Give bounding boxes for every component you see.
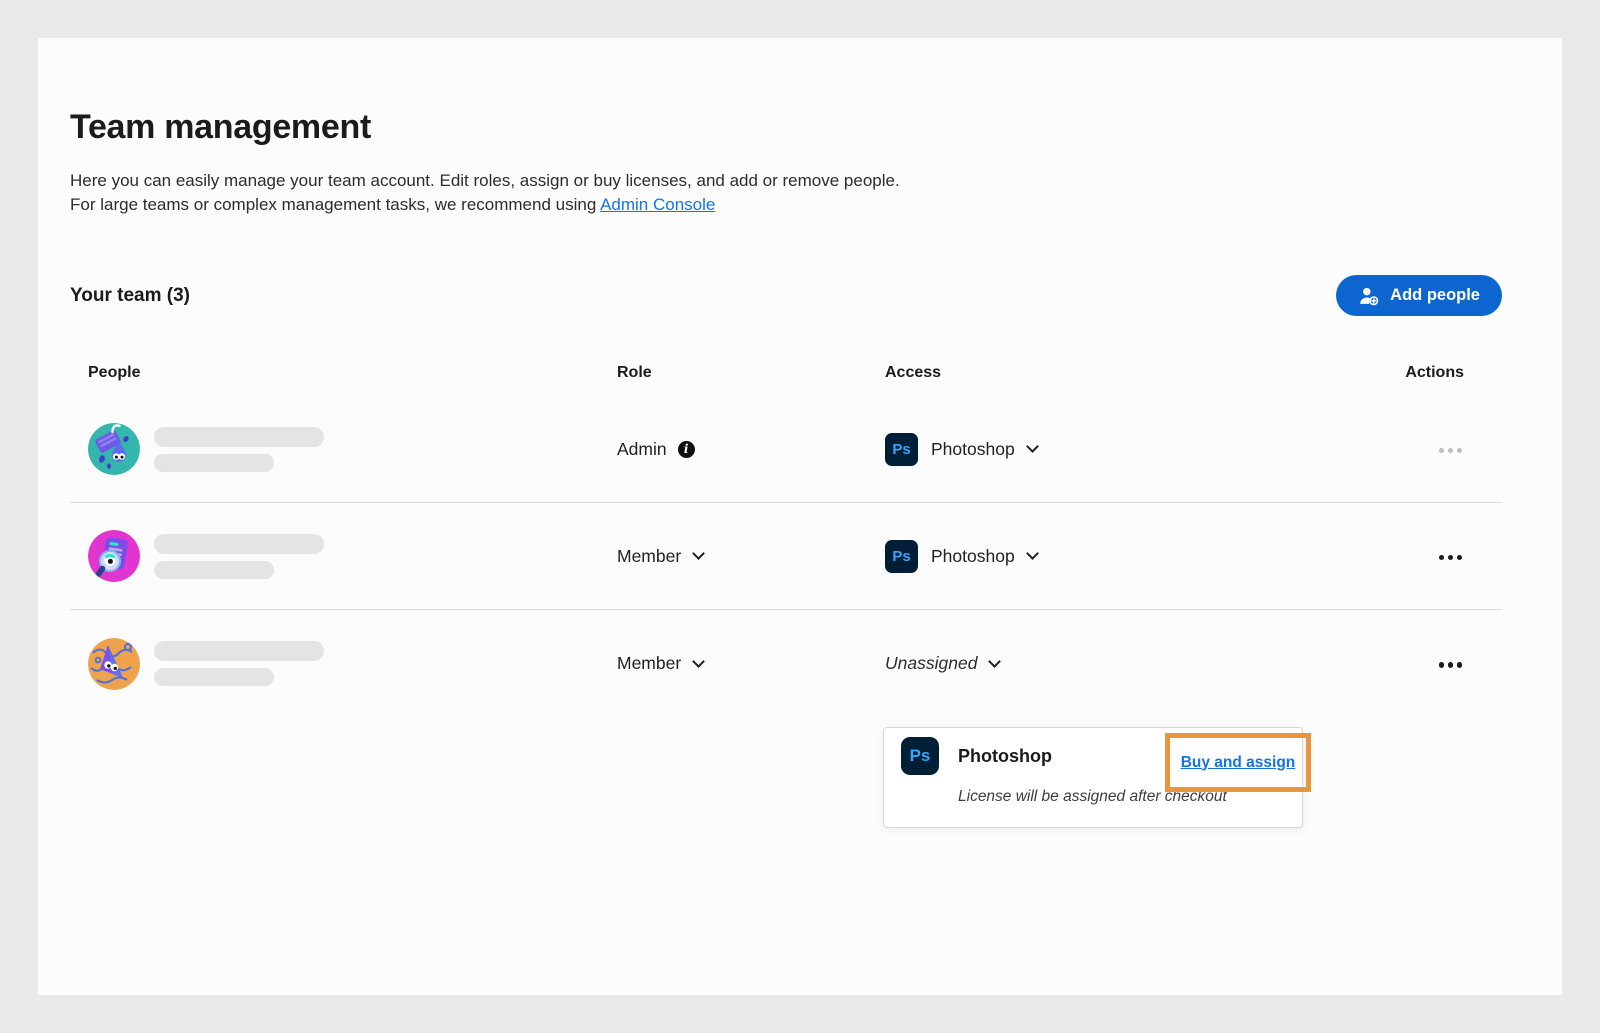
team-section-header: Your team (3) Add people xyxy=(70,275,1502,316)
people-cell xyxy=(88,423,617,475)
table-header-row: People Role Access Actions xyxy=(70,350,1502,396)
column-header-access: Access xyxy=(885,364,1352,382)
email-placeholder-bar xyxy=(154,668,274,686)
role-cell: Admin i xyxy=(617,439,885,460)
table-row: Member Unassigned Ps Photoshop License w… xyxy=(70,610,1502,717)
role-cell: Member xyxy=(617,653,885,674)
chevron-down-icon[interactable] xyxy=(692,655,705,668)
dropdown-product-name: Photoshop xyxy=(958,746,1052,767)
table-row: Admin i Ps Photoshop xyxy=(70,396,1502,503)
page-title: Team management xyxy=(70,108,1502,147)
avatar xyxy=(88,423,140,475)
admin-console-link[interactable]: Admin Console xyxy=(600,195,715,214)
column-header-role: Role xyxy=(617,364,885,382)
access-label: Photoshop xyxy=(931,439,1015,460)
table-row: Member Ps Photoshop xyxy=(70,503,1502,610)
role-label: Member xyxy=(617,653,681,674)
column-header-people: People xyxy=(88,364,617,382)
role-label: Member xyxy=(617,546,681,567)
column-header-actions: Actions xyxy=(1352,364,1502,382)
page-description: Here you can easily manage your team acc… xyxy=(70,169,1502,217)
chevron-down-icon[interactable] xyxy=(1026,440,1039,453)
add-person-icon xyxy=(1358,285,1380,307)
role-label: Admin xyxy=(617,439,667,460)
team-table: People Role Access Actions xyxy=(70,350,1502,717)
annotation-highlight-box: Buy and assign xyxy=(1165,733,1311,792)
redacted-name-placeholder xyxy=(154,534,324,579)
access-cell: Ps Photoshop xyxy=(885,433,1352,466)
photoshop-app-icon: Ps xyxy=(885,433,918,466)
role-cell: Member xyxy=(617,546,885,567)
chevron-down-icon[interactable] xyxy=(989,655,1002,668)
info-icon[interactable]: i xyxy=(678,441,695,458)
more-options-button[interactable] xyxy=(1439,555,1463,561)
people-cell xyxy=(88,638,617,690)
access-label: Unassigned xyxy=(885,653,977,674)
description-line2: For large teams or complex management ta… xyxy=(70,195,600,214)
photoshop-app-icon: Ps xyxy=(885,540,918,573)
buy-and-assign-link[interactable]: Buy and assign xyxy=(1181,754,1296,772)
chevron-down-icon[interactable] xyxy=(692,547,705,560)
chevron-down-icon[interactable] xyxy=(1026,547,1039,560)
access-cell: Ps Photoshop xyxy=(885,540,1352,573)
email-placeholder-bar xyxy=(154,561,274,579)
photoshop-app-icon: Ps xyxy=(901,737,939,775)
name-placeholder-bar xyxy=(154,534,324,554)
add-people-button[interactable]: Add people xyxy=(1336,275,1502,316)
name-placeholder-bar xyxy=(154,427,324,447)
actions-cell xyxy=(1352,655,1502,673)
more-options-button xyxy=(1439,448,1463,454)
avatar xyxy=(88,530,140,582)
access-label: Photoshop xyxy=(931,546,1015,567)
redacted-name-placeholder xyxy=(154,427,324,472)
access-cell: Unassigned Ps Photoshop License will be … xyxy=(885,653,1352,674)
access-dropdown-panel: Ps Photoshop License will be assigned af… xyxy=(883,727,1303,828)
avatar xyxy=(88,638,140,690)
description-line1: Here you can easily manage your team acc… xyxy=(70,171,900,190)
people-cell xyxy=(88,530,617,582)
email-placeholder-bar xyxy=(154,454,274,472)
team-count-heading: Your team (3) xyxy=(70,285,190,307)
add-people-button-label: Add people xyxy=(1390,286,1480,305)
actions-cell xyxy=(1352,440,1502,458)
actions-cell xyxy=(1352,547,1502,565)
team-management-card: Team management Here you can easily mana… xyxy=(38,38,1562,995)
redacted-name-placeholder xyxy=(154,641,324,686)
more-options-button[interactable] xyxy=(1439,662,1463,668)
name-placeholder-bar xyxy=(154,641,324,661)
